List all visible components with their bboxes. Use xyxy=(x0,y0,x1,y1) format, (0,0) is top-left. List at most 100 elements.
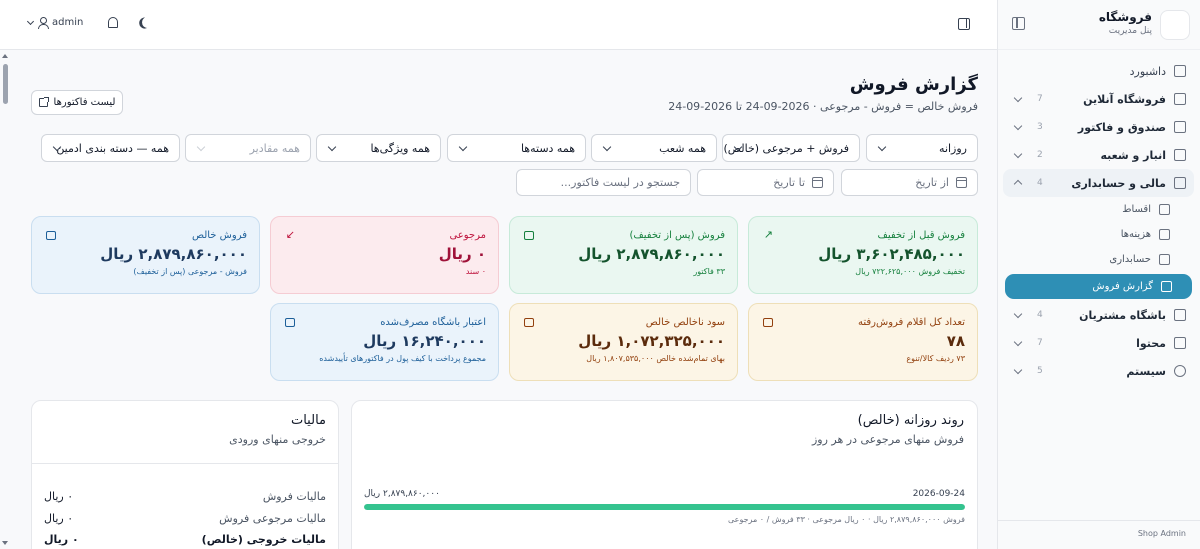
sidebar-item-customer-club[interactable]: باشگاه مشتریان 4 xyxy=(997,301,1200,329)
card-value: ۷۸ xyxy=(946,332,965,350)
sidebar-subitem-expenses[interactable]: هزینه‌ها xyxy=(997,222,1200,247)
sidebar-subitem-installments[interactable]: اقساط xyxy=(997,197,1200,222)
external-link-icon xyxy=(38,97,49,107)
sidebar-item-dashboard[interactable]: داشبورد xyxy=(997,57,1200,85)
card-label: تعداد کل اقلام فروش‌رفته xyxy=(858,317,965,328)
sidebar-item-finance[interactable]: مالی و حسابداری 4 xyxy=(1003,169,1194,197)
sidebar-toggle-icon[interactable] xyxy=(958,18,970,30)
sidebar-item-online-store[interactable]: فروشگاه آنلاین 7 xyxy=(997,85,1200,113)
user-menu[interactable]: admin xyxy=(26,17,84,29)
card-note: ۰ سند xyxy=(465,267,486,276)
calendar-icon xyxy=(812,177,823,188)
attribute-select[interactable]: همه ویژگی‌ها xyxy=(316,134,441,162)
box-icon xyxy=(763,318,773,327)
chevron-down-icon[interactable] xyxy=(1013,93,1023,103)
chevron-down-icon[interactable] xyxy=(1013,365,1023,375)
chevron-up-icon[interactable] xyxy=(1013,179,1023,189)
sidebar-item-count: 7 xyxy=(1037,338,1043,348)
tax-row: مالیات خروجی (خالص) ۰ ریال xyxy=(44,533,326,546)
panel-subtitle: فروش منهای مرجوعی در هر روز xyxy=(812,433,964,446)
card-label: اعتبار باشگاه مصرف‌شده xyxy=(380,317,486,328)
scroll-thumb[interactable] xyxy=(3,64,8,104)
tax-value: ۰ ریال xyxy=(44,533,79,546)
username: admin xyxy=(52,17,84,28)
card-label: مرجوعی xyxy=(449,230,486,241)
chevron-down-icon[interactable] xyxy=(1013,337,1023,347)
sidebar-item-warehouse[interactable]: انبار و شعبه 2 xyxy=(997,141,1200,169)
invoice-search-input[interactable]: جستجو در لیست فاکتور... xyxy=(516,169,691,196)
dollar-icon xyxy=(524,318,534,327)
trend-bar-track xyxy=(364,504,965,510)
sidebar-collapse-icon[interactable] xyxy=(1012,17,1025,30)
branch-select[interactable]: همه شعب xyxy=(591,134,717,162)
category-select[interactable]: همه دسته‌ها xyxy=(447,134,586,162)
moon-icon[interactable] xyxy=(140,15,154,29)
chevron-down-icon[interactable] xyxy=(1013,149,1023,159)
wallet-icon xyxy=(46,231,56,240)
chevron-down-icon xyxy=(458,142,468,152)
gear-icon xyxy=(1174,365,1186,377)
trend-amount: ۲,۸۷۹,۸۶۰,۰۰۰ ریال xyxy=(364,489,440,499)
divider xyxy=(32,463,338,464)
sidebar-item-label: صندوق و فاکتور xyxy=(1077,120,1166,134)
tax-row: مالیات فروش ۰ ریال xyxy=(44,490,326,503)
scroll-up-arrow-icon[interactable] xyxy=(2,54,8,58)
brand-logo xyxy=(1160,10,1190,40)
tax-label: مالیات فروش xyxy=(262,490,326,503)
sidebar-subitem-label: حسابداری xyxy=(1109,254,1151,265)
grouping-select-value: همه — دسته بندی ادمین xyxy=(56,141,169,155)
brand-subtitle: پنل مدیریت xyxy=(1108,26,1152,36)
card-before-discount: ↗ فروش قبل از تخفیف ۳,۶۰۲,۴۸۵,۰۰۰ ریال ت… xyxy=(748,216,978,294)
period-select[interactable]: روزانه xyxy=(866,134,978,162)
scrollbar[interactable] xyxy=(0,50,10,549)
sidebar-item-label: سیستم xyxy=(1126,364,1166,378)
panel-subtitle: خروجی منهای ورودی xyxy=(229,433,326,446)
sidebar-item-label: داشبورد xyxy=(1129,64,1166,78)
card-value: ۲,۸۷۹,۸۶۰,۰۰۰ ریال xyxy=(578,245,725,263)
mode-select[interactable]: فروش + مرجوعی (خالص) xyxy=(722,134,860,162)
sidebar-item-label: باشگاه مشتریان xyxy=(1079,308,1166,322)
trend-date: 2026-09-24 xyxy=(912,489,965,499)
tax-value: ۰ ریال xyxy=(44,512,74,525)
card-gross-sales: فروش (پس از تخفیف) ۲,۸۷۹,۸۶۰,۰۰۰ ریال ۳۳… xyxy=(509,216,738,294)
card-label: سود ناخالص خالص xyxy=(645,317,725,328)
chevron-down-icon[interactable] xyxy=(1013,121,1023,131)
tax-value: ۰ ریال xyxy=(44,490,74,503)
scroll-down-arrow-icon[interactable] xyxy=(2,541,8,545)
panel-title: روند روزانه (خالص) xyxy=(857,413,964,428)
card-returns: ↙ مرجوعی ۰ ریال ۰ سند xyxy=(270,216,499,294)
invoice-list-button[interactable]: لیست فاکتورها xyxy=(31,90,123,115)
grid-icon xyxy=(1174,65,1186,77)
grouping-select[interactable]: همه — دسته بندی ادمین xyxy=(41,134,180,162)
card-value: ۱,۰۷۲,۳۲۵,۰۰۰ ریال xyxy=(578,332,725,350)
sidebar-subitem-accounting[interactable]: حسابداری xyxy=(997,247,1200,272)
date-to-input[interactable]: تا تاریخ xyxy=(697,169,834,196)
sidebar-item-cashbox[interactable]: صندوق و فاکتور 3 xyxy=(997,113,1200,141)
card-value: ۲,۸۷۹,۸۶۰,۰۰۰ ریال xyxy=(100,245,247,263)
card-note: تخفیف فروش ۷۲۲,۶۲۵,۰۰۰ ریال xyxy=(855,267,965,276)
users-icon xyxy=(1174,309,1186,321)
calendar-icon xyxy=(956,177,967,188)
sidebar-item-system[interactable]: سیستم 5 xyxy=(997,357,1200,385)
period-select-value: روزانه xyxy=(939,141,967,155)
mode-select-value: فروش + مرجوعی (خالص) xyxy=(723,141,849,155)
card-note: فروش - مرجوعی (پس از تخفیف) xyxy=(133,267,247,276)
chevron-down-icon xyxy=(602,142,612,152)
sidebar-item-content[interactable]: محتوا 7 xyxy=(997,329,1200,357)
trend-bar-fill xyxy=(364,504,965,510)
sidebar-item-label: مالی و حسابداری xyxy=(1071,176,1166,190)
chevron-down-icon[interactable] xyxy=(1013,309,1023,319)
sidebar-subitem-sales-report[interactable]: گزارش فروش xyxy=(1005,274,1192,299)
brand-title: فروشگاه xyxy=(1098,10,1152,24)
card-note: مجموع پرداخت با کیف پول در فاکتورهای تأی… xyxy=(319,354,486,363)
topbar: admin xyxy=(0,0,997,50)
bell-icon[interactable] xyxy=(108,17,118,28)
sidebar-item-count: 4 xyxy=(1037,310,1043,320)
branch-select-value: همه شعب xyxy=(659,141,706,155)
sidebar-nav: داشبورد فروشگاه آنلاین 7 صندوق و فاکتور … xyxy=(997,57,1200,385)
card-net-sales: فروش خالص ۲,۸۷۹,۸۶۰,۰۰۰ ریال فروش - مرجو… xyxy=(31,216,260,294)
date-from-input[interactable]: از تاریخ xyxy=(841,169,978,196)
values-select[interactable]: همه مقادیر xyxy=(185,134,311,162)
tax-label: مالیات مرجوعی فروش xyxy=(219,512,326,525)
sidebar-subitem-label: گزارش فروش xyxy=(1092,281,1153,292)
